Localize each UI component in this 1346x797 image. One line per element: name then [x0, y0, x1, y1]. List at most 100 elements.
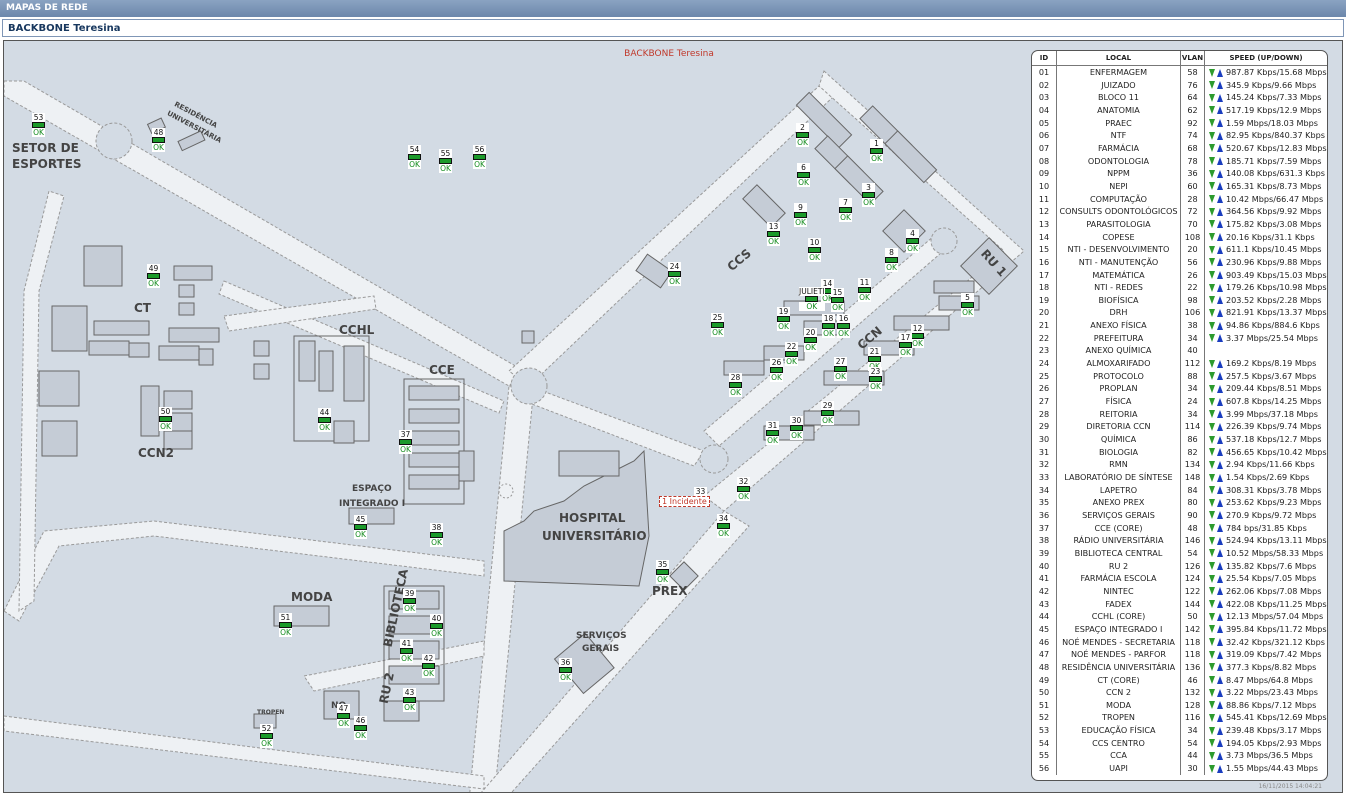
- table-row[interactable]: 05 PRAEC 92 1.59 Mbps/18.03 Mbps: [1032, 116, 1327, 130]
- table-row[interactable]: 23 ANEXO QUÍMICA 40: [1032, 344, 1327, 358]
- table-row[interactable]: 01 ENFERMAGEM 58 987.87 Kbps/15.68 Mbps: [1032, 65, 1327, 79]
- network-node[interactable]: 46 OK: [354, 716, 367, 740]
- network-node[interactable]: 43 OK: [403, 688, 416, 712]
- table-row[interactable]: 17 MATEMÁTICA 26 903.49 Kbps/15.03 Mbps: [1032, 268, 1327, 282]
- table-row[interactable]: 08 ODONTOLOGIA 78 185.71 Kbps/7.59 Mbps: [1032, 154, 1327, 168]
- table-row[interactable]: 26 PROPLAN 34 209.44 Kbps/8.51 Mbps: [1032, 382, 1327, 396]
- table-row[interactable]: 41 FARMÁCIA ESCOLA 124 25.54 Kbps/7.05 Mbps: [1032, 572, 1327, 585]
- network-node[interactable]: 12 OK: [911, 324, 924, 348]
- network-node[interactable]: 13 OK: [767, 222, 780, 246]
- network-node[interactable]: 38 OK: [430, 523, 443, 547]
- network-node[interactable]: 20 OK: [804, 328, 817, 352]
- network-node[interactable]: 22 OK: [785, 342, 798, 366]
- network-node[interactable]: 7 OK: [839, 198, 852, 222]
- table-row[interactable]: 49 CT (CORE) 46 8.47 Mbps/64.8 Mbps: [1032, 673, 1327, 687]
- table-row[interactable]: 22 PREFEITURA 34 3.37 Mbps/25.54 Mbps: [1032, 331, 1327, 345]
- table-row[interactable]: 03 BLOCO 11 64 145.24 Kbps/7.33 Mbps: [1032, 91, 1327, 104]
- network-node[interactable]: 6 OK: [797, 163, 810, 187]
- network-node[interactable]: 17 OK: [899, 333, 912, 357]
- network-node[interactable]: 54 OK: [408, 145, 421, 169]
- network-node[interactable]: 15 OK: [831, 288, 844, 312]
- table-row[interactable]: 51 MODA 128 88.86 Kbps/7.12 Mbps: [1032, 698, 1327, 712]
- table-row[interactable]: 13 PARASITOLOGIA 70 175.82 Kbps/3.08 Mbps: [1032, 217, 1327, 231]
- incident-badge[interactable]: 1 Incidente: [659, 496, 710, 507]
- table-row[interactable]: 31 BIOLOGIA 82 456.65 Kbps/10.42 Mbps: [1032, 445, 1327, 459]
- network-node[interactable]: 44 OK: [318, 408, 331, 432]
- network-node[interactable]: 1 OK: [870, 139, 883, 163]
- table-row[interactable]: 36 SERVIÇOS GERAIS 90 270.9 Kbps/9.72 Mbps: [1032, 508, 1327, 522]
- table-row[interactable]: 04 ANATOMIA 62 517.19 Kbps/12.9 Mbps: [1032, 103, 1327, 117]
- table-row[interactable]: 11 COMPUTAÇÃO 28 10.42 Mbps/66.47 Mbps: [1032, 192, 1327, 206]
- network-node[interactable]: 3 OK: [862, 183, 875, 207]
- table-row[interactable]: 27 FÍSICA 24 607.8 Kbps/14.25 Mbps: [1032, 395, 1327, 408]
- network-node[interactable]: 45 OK: [354, 515, 367, 539]
- table-row[interactable]: 24 ALMOXARIFADO 112 169.2 Kbps/8.19 Mbps: [1032, 357, 1327, 370]
- network-node[interactable]: 39 OK: [403, 589, 416, 613]
- network-node[interactable]: 2 OK: [796, 123, 809, 147]
- network-node[interactable]: 56 OK: [473, 145, 486, 169]
- network-node[interactable]: 8 OK: [885, 248, 898, 272]
- network-node[interactable]: 31 OK: [766, 421, 779, 445]
- table-row[interactable]: 34 LAPETRO 84 308.31 Kbps/3.78 Mbps: [1032, 483, 1327, 497]
- table-row[interactable]: 37 CCE (CORE) 48 784 bps/31.85 Kbps: [1032, 521, 1327, 535]
- network-node[interactable]: 42 OK: [422, 654, 435, 678]
- network-node[interactable]: 35 OK: [656, 560, 669, 584]
- table-row[interactable]: 15 NTI - DESENVOLVIMENTO 20 611.1 Kbps/10.4…: [1032, 243, 1327, 256]
- network-node[interactable]: 53 OK: [32, 113, 45, 137]
- table-row[interactable]: 14 COPESE 108 20.16 Kbps/31.1 Kbps: [1032, 230, 1327, 244]
- table-row[interactable]: 45 ESPAÇO INTEGRADO I 142 395.84 Kbps/11.72…: [1032, 622, 1327, 636]
- table-row[interactable]: 25 PROTOCOLO 88 257.5 Kbps/3.67 Mbps: [1032, 369, 1327, 383]
- table-row[interactable]: 38 RÁDIO UNIVERSITÁRIA 146 524.94 Kbps/13.1…: [1032, 534, 1327, 547]
- table-row[interactable]: 39 BIBLIOTECA CENTRAL 54 10.52 Mbps/58.33 M…: [1032, 546, 1327, 560]
- network-node[interactable]: 26 OK: [770, 358, 783, 382]
- network-node[interactable]: 28 OK: [729, 373, 742, 397]
- table-row[interactable]: 46 NOÉ MENDES - SECRETARIA 118 32.42 Kbps/3…: [1032, 635, 1327, 649]
- table-row[interactable]: 16 NTI - MANUTENÇÃO 56 230.96 Kbps/9.88 Mbp…: [1032, 255, 1327, 269]
- table-row[interactable]: 47 NOÉ MENDES - PARFOR 118 319.09 Kbps/7.42…: [1032, 648, 1327, 661]
- network-node[interactable]: 48 OK: [152, 128, 165, 152]
- table-row[interactable]: 43 FADEX 144 422.08 Kbps/11.25 Mbps: [1032, 597, 1327, 611]
- network-node[interactable]: 40 OK: [430, 614, 443, 638]
- network-node[interactable]: 24 OK: [668, 262, 681, 286]
- table-row[interactable]: 42 NINTEC 122 262.06 Kbps/7.08 Mbps: [1032, 584, 1327, 598]
- table-row[interactable]: 21 ANEXO FÍSICA 38 94.86 Kbps/884.6 Kbps: [1032, 319, 1327, 332]
- table-row[interactable]: 55 CCA 44 3.73 Mbps/36.5 Mbps: [1032, 749, 1327, 763]
- table-row[interactable]: 52 TROPEN 116 545.41 Kbps/12.69 Mbps: [1032, 711, 1327, 725]
- network-node[interactable]: 37 OK: [399, 430, 412, 454]
- table-row[interactable]: 19 BIOFÍSICA 98 203.52 Kbps/2.28 Mbps: [1032, 293, 1327, 307]
- table-row[interactable]: 30 QUÍMICA 86 537.18 Kbps/12.7 Mbps: [1032, 433, 1327, 446]
- network-node[interactable]: JULIETI OK: [799, 287, 825, 311]
- table-row[interactable]: 54 CCS CENTRO 54 194.05 Kbps/2.93 Mbps: [1032, 736, 1327, 750]
- table-row[interactable]: 18 NTI - REDES 22 179.26 Kbps/10.98 Mbps: [1032, 281, 1327, 294]
- network-node[interactable]: 30 OK: [790, 416, 803, 440]
- network-node[interactable]: 16 OK: [837, 314, 850, 338]
- table-row[interactable]: 12 CONSULTS ODONTOLÓGICOS 72 364.56 Kbps/9.…: [1032, 205, 1327, 218]
- network-node[interactable]: 29 OK: [821, 401, 834, 425]
- network-node[interactable]: 5 OK: [961, 293, 974, 317]
- table-row[interactable]: 44 CCHL (CORE) 50 12.13 Mbps/57.04 Mbps: [1032, 610, 1327, 623]
- network-node[interactable]: 41 OK: [400, 639, 413, 663]
- network-node[interactable]: 50 OK: [159, 407, 172, 431]
- table-row[interactable]: 28 REITORIA 34 3.99 Mbps/37.18 Mbps: [1032, 407, 1327, 421]
- network-node[interactable]: 23 OK: [869, 367, 882, 391]
- table-row[interactable]: 32 RMN 134 2.94 Kbps/11.66 Kbps: [1032, 458, 1327, 471]
- table-row[interactable]: 48 RESIDÊNCIA UNIVERSITÁRIA 136 377.3 Kbps/…: [1032, 660, 1327, 674]
- table-row[interactable]: 07 FARMÁCIA 68 520.67 Kbps/12.83 Mbps: [1032, 141, 1327, 155]
- network-node[interactable]: 18 OK: [822, 314, 835, 338]
- table-row[interactable]: 33 LABORATÓRIO DE SÍNTESE 148 1.54 Kbps/2.6…: [1032, 471, 1327, 484]
- network-node[interactable]: 36 OK: [559, 658, 572, 682]
- network-node[interactable]: 34 OK: [717, 514, 730, 538]
- table-row[interactable]: 35 ANEXO PREX 80 253.62 Kbps/9.23 Mbps: [1032, 496, 1327, 509]
- network-node[interactable]: 51 OK: [279, 613, 292, 637]
- table-row[interactable]: 20 DRH 106 821.91 Kbps/13.37 Mbps: [1032, 306, 1327, 320]
- network-node[interactable]: 47 OK: [337, 704, 350, 728]
- network-node[interactable]: 25 OK: [711, 313, 724, 337]
- network-node[interactable]: 10 OK: [808, 238, 821, 262]
- table-row[interactable]: 50 CCN 2 132 3.22 Mbps/23.43 Mbps: [1032, 686, 1327, 699]
- table-row[interactable]: 06 NTF 74 82.95 Kbps/840.37 Kbps: [1032, 129, 1327, 142]
- table-row[interactable]: 02 JUIZADO 76 345.9 Kbps/9.66 Mbps: [1032, 78, 1327, 92]
- network-node[interactable]: 9 OK: [794, 203, 807, 227]
- table-row[interactable]: 29 DIRETORIA CCN 114 226.39 Kbps/9.74 Mbps: [1032, 420, 1327, 434]
- table-row[interactable]: 40 RU 2 126 135.82 Kbps/7.6 Mbps: [1032, 559, 1327, 573]
- table-row[interactable]: 10 NEPI 60 165.31 Kbps/8.73 Mbps: [1032, 179, 1327, 193]
